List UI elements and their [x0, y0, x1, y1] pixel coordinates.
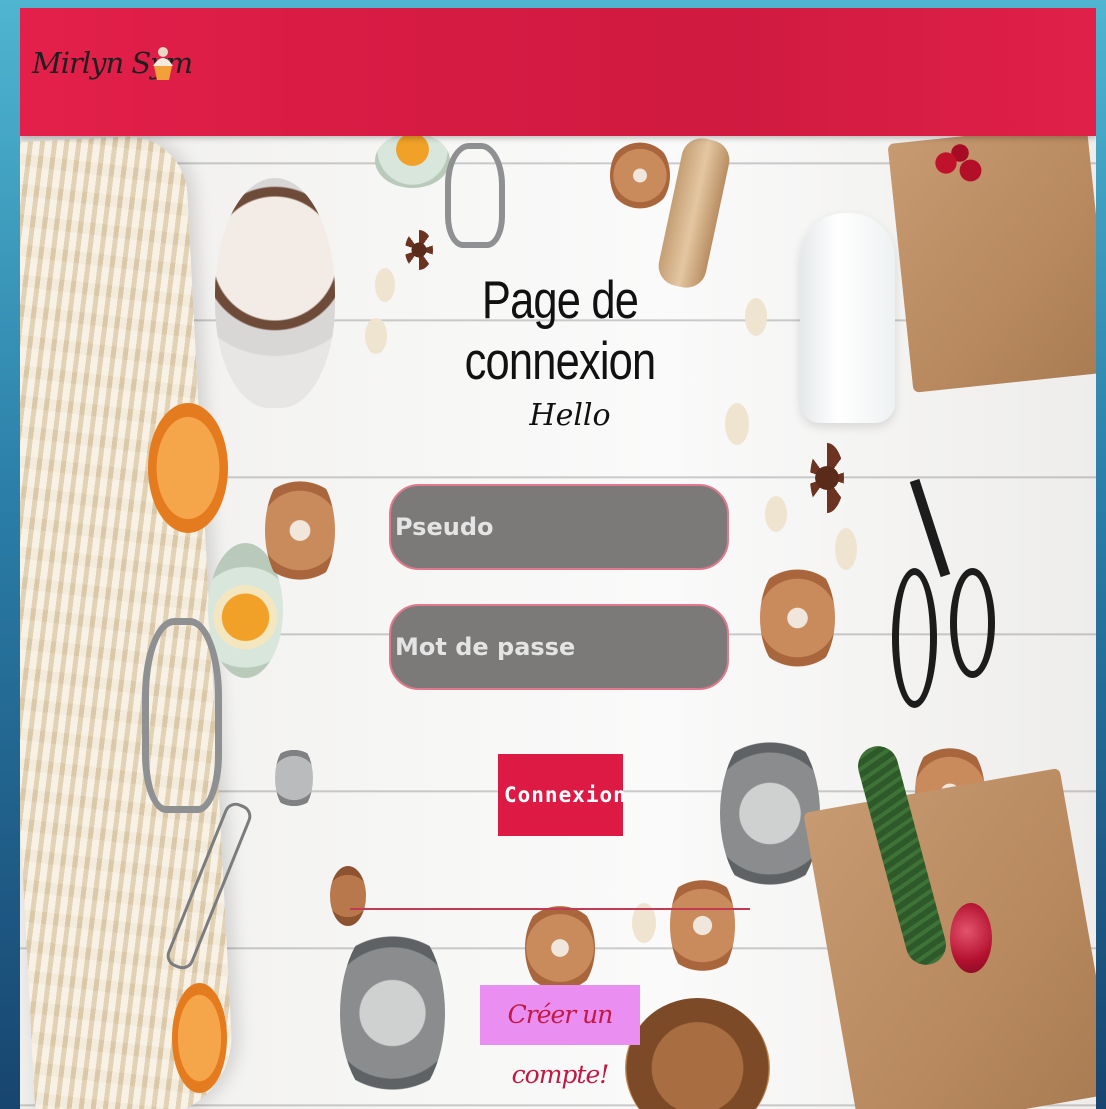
ornament-decoration: [950, 903, 992, 973]
white-chocolate-decoration: [365, 318, 387, 354]
star-anise-decoration: [405, 230, 433, 270]
password-field-wrapper: [389, 604, 729, 690]
create-account-link[interactable]: Créer un compte!: [480, 985, 640, 1089]
greeting-text: Hello: [529, 398, 611, 433]
login-button[interactable]: Connexion: [498, 754, 626, 836]
flower-cookie-decoration: [265, 468, 335, 593]
cookie-decoration: [330, 866, 366, 926]
star-anise-decoration: [810, 443, 844, 513]
page-title: Page de connexion: [464, 271, 657, 391]
egg-bowl-decoration: [375, 133, 450, 188]
password-input[interactable]: [391, 606, 727, 688]
white-chocolate-decoration: [765, 496, 787, 532]
scissors-decoration: [892, 568, 937, 708]
flower-cookie-decoration: [670, 868, 735, 983]
flower-cookie-decoration: [610, 138, 670, 213]
milk-glass-decoration: [800, 213, 895, 423]
tart-tin-decoration: [340, 918, 445, 1108]
username-field-wrapper: [389, 484, 729, 570]
white-chocolate-decoration: [745, 298, 767, 336]
scissors-decoration: [950, 568, 995, 678]
flower-cookie-decoration: [760, 558, 835, 678]
cupcake-icon: [153, 47, 173, 80]
username-input[interactable]: [391, 486, 727, 568]
white-chocolate-decoration: [725, 403, 749, 445]
tea-strainer-decoration: [275, 743, 313, 813]
orange-slice-decoration: [148, 403, 228, 533]
berries-decoration: [925, 143, 995, 193]
top-navbar: Mirlyn Sym: [20, 8, 1096, 136]
white-chocolate-decoration: [835, 528, 857, 570]
marshmallow-mug-decoration: [215, 178, 335, 408]
gingerbread-cutter-decoration: [142, 618, 222, 813]
divider-line: [350, 908, 750, 910]
gingerbread-cutter-decoration: [445, 143, 505, 248]
app-frame: Mirlyn Sym Page de connexion Hello Conne…: [20, 8, 1096, 1109]
white-chocolate-decoration: [375, 268, 395, 302]
flower-cookie-decoration: [525, 898, 595, 998]
orange-slice-decoration: [172, 983, 227, 1093]
